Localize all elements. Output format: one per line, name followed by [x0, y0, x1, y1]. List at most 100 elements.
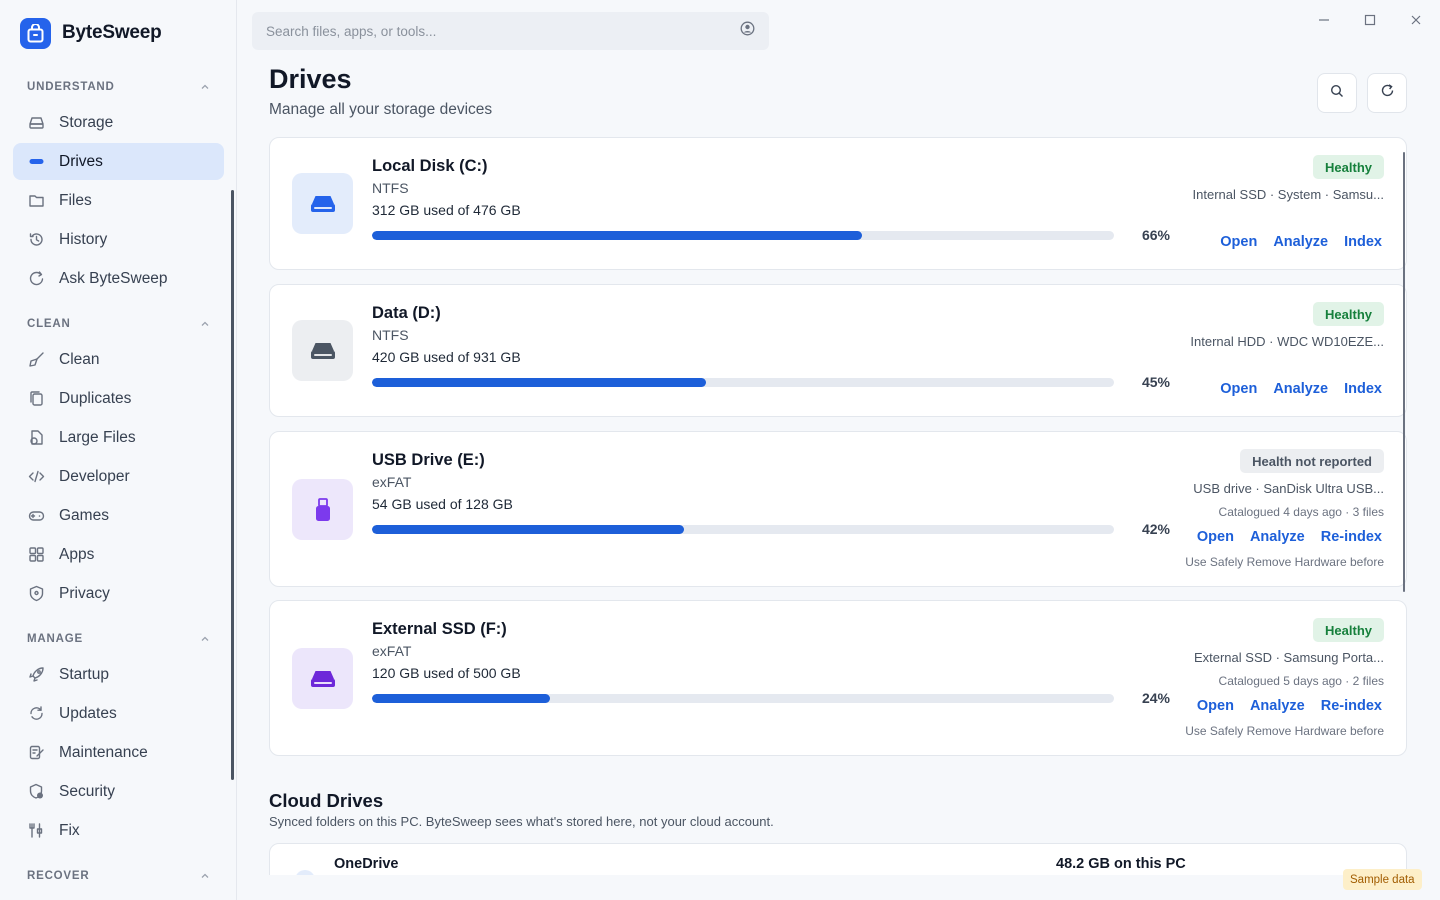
chevron-up-icon[interactable]: [200, 319, 210, 329]
drive-actions: Open Analyze Index: [1220, 234, 1382, 250]
content-scrollbar[interactable]: [1403, 152, 1405, 592]
gamepad-icon: [28, 507, 45, 524]
brand[interactable]: ByteSweep: [20, 17, 162, 49]
chevron-up-icon[interactable]: [200, 82, 210, 92]
sidebar-item-large-files[interactable]: Large Files: [13, 419, 224, 456]
sidebar-scrollbar[interactable]: [231, 190, 234, 780]
health-status-badge: Healthy: [1313, 155, 1384, 179]
sidebar-item-label: Clean: [59, 350, 100, 368]
sidebar: ByteSweep UNDERSTAND Storage Drives Files Hi…: [0, 0, 237, 900]
sidebar-item-startup[interactable]: Startup: [13, 656, 224, 693]
index-button[interactable]: Index: [1344, 381, 1382, 397]
section-title: RECOVER: [27, 870, 90, 882]
section-header-clean[interactable]: CLEAN: [0, 307, 237, 341]
analyze-button[interactable]: Analyze: [1273, 381, 1328, 397]
sidebar-item-label: Startup: [59, 665, 109, 683]
catalogued-info: Catalogued 4 days ago · 3 files: [1218, 505, 1384, 519]
sample-data-badge: Sample data: [1343, 869, 1422, 890]
drive-usage-fill: [372, 231, 862, 240]
sidebar-item-updates[interactable]: Updates: [13, 695, 224, 732]
sidebar-item-developer[interactable]: Developer: [13, 458, 224, 495]
analyze-button[interactable]: Analyze: [1273, 234, 1328, 250]
re-index-button[interactable]: Re-index: [1321, 529, 1382, 545]
maximize-icon[interactable]: [1360, 10, 1380, 30]
sidebar-item-maintenance[interactable]: Maintenance: [13, 734, 224, 771]
sidebar-item-games[interactable]: Games: [13, 497, 224, 534]
drive-usage-bar: [372, 231, 1114, 240]
index-button[interactable]: Index: [1344, 234, 1382, 250]
drive-filesystem: exFAT: [372, 643, 412, 659]
drive-actions: Open Analyze Index: [1220, 381, 1382, 397]
account-icon[interactable]: [740, 21, 755, 41]
drive-card[interactable]: Local Disk (C:) NTFS 312 GB used of 476 …: [269, 137, 1407, 270]
re-index-button[interactable]: Re-index: [1321, 698, 1382, 714]
close-icon[interactable]: [1406, 10, 1426, 30]
sidebar-item-duplicates[interactable]: Duplicates: [13, 380, 224, 417]
open-button[interactable]: Open: [1220, 234, 1257, 250]
cloud-drive-size: 48.2 GB on this PC: [1056, 856, 1186, 872]
search-bar[interactable]: [252, 12, 769, 50]
chevron-up-icon[interactable]: [200, 634, 210, 644]
sidebar-item-storage[interactable]: Storage: [13, 104, 224, 141]
sidebar-item-label: Maintenance: [59, 743, 148, 761]
drive-card[interactable]: External SSD (F:) exFAT 120 GB used of 5…: [269, 600, 1407, 756]
hard-drive-icon: [292, 173, 353, 234]
drive-card[interactable]: Data (D:) NTFS 420 GB used of 931 GB 45%…: [269, 284, 1407, 417]
sidebar-item-label: Ask ByteSweep: [59, 269, 168, 287]
sidebar-item-history[interactable]: History: [13, 221, 224, 258]
sidebar-item-files[interactable]: Files: [13, 182, 224, 219]
sidebar-item-security[interactable]: Security: [13, 773, 224, 810]
section-header-understand[interactable]: UNDERSTAND: [0, 70, 237, 104]
drive-usage-bar: [372, 378, 1114, 387]
sidebar-item-fix[interactable]: Fix: [13, 812, 224, 849]
folder-icon: [28, 192, 45, 209]
section-header-manage[interactable]: MANAGE: [0, 622, 237, 656]
history-icon: [28, 231, 45, 248]
drive-actions: Open Analyze Re-index: [1197, 698, 1382, 714]
sidebar-item-apps[interactable]: Apps: [13, 536, 224, 573]
apps-icon: [28, 546, 45, 563]
sidebar-item-clean[interactable]: Clean: [13, 341, 224, 378]
drive-usage-percent: 45%: [1141, 374, 1170, 390]
sidebar-item-ask-bytesweep[interactable]: Ask ByteSweep: [13, 260, 224, 297]
app-logo-icon: [20, 17, 51, 49]
section-header-recover[interactable]: RECOVER: [0, 859, 237, 893]
search-input[interactable]: [266, 23, 706, 39]
section-title: UNDERSTAND: [27, 81, 115, 93]
minimize-icon[interactable]: [1314, 10, 1334, 30]
sidebar-item-label: Developer: [59, 467, 130, 485]
app-name: ByteSweep: [62, 22, 162, 43]
hard-drive-icon: [28, 114, 45, 131]
viewport-bottom-edge: [237, 875, 1440, 900]
sidebar-item-recovery[interactable]: Recovery: [13, 893, 224, 900]
drive-icon: [28, 153, 45, 170]
sidebar-item-label: History: [59, 230, 108, 248]
drive-details: External SSD · Samsung Porta...: [1193, 650, 1384, 665]
sidebar-item-label: Drives: [59, 152, 103, 170]
health-status-badge: Healthy: [1313, 618, 1384, 642]
open-button[interactable]: Open: [1220, 381, 1257, 397]
sidebar-item-privacy[interactable]: Privacy: [13, 575, 224, 612]
open-button[interactable]: Open: [1197, 698, 1234, 714]
drive-name: Local Disk (C:): [372, 157, 488, 175]
refresh-icon: [1380, 83, 1395, 103]
drive-filesystem: NTFS: [372, 180, 409, 196]
sidebar-item-drives[interactable]: Drives: [13, 143, 224, 180]
search-button[interactable]: [1317, 73, 1357, 113]
safe-remove-note: Use Safely Remove Hardware before: [1185, 555, 1384, 569]
chevron-up-icon[interactable]: [200, 871, 210, 881]
cloud-drive-name: OneDrive: [334, 856, 399, 872]
drive-usage-fill: [372, 525, 684, 534]
security-icon: [28, 783, 45, 800]
analyze-button[interactable]: Analyze: [1250, 529, 1305, 545]
cloud-drives-subtitle: Synced folders on this PC. ByteSweep see…: [269, 814, 774, 829]
open-button[interactable]: Open: [1197, 529, 1234, 545]
drive-usage-percent: 66%: [1141, 227, 1170, 243]
refresh-button[interactable]: [1367, 73, 1407, 113]
drive-usage-bar: [372, 525, 1114, 534]
drive-usage-text: 420 GB used of 931 GB: [372, 349, 521, 365]
analyze-button[interactable]: Analyze: [1250, 698, 1305, 714]
drive-card[interactable]: USB Drive (E:) exFAT 54 GB used of 128 G…: [269, 431, 1407, 587]
